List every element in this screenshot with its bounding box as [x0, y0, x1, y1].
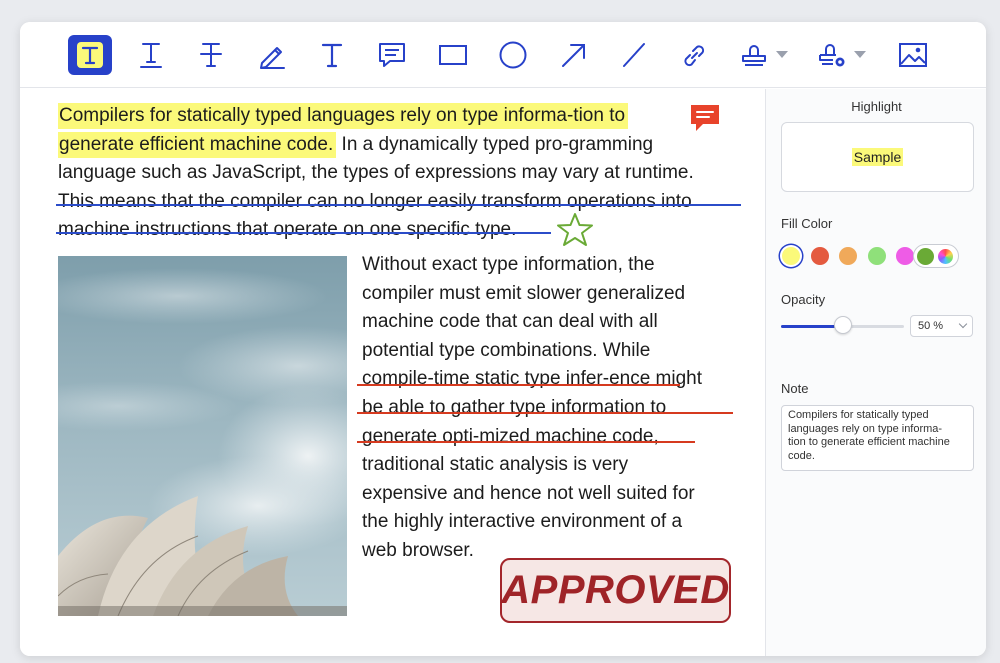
paragraph-line-2[interactable]: generate efficient machine code. In a dy…: [58, 132, 653, 158]
column-text-line: generate opti-mized machine code,: [362, 425, 659, 447]
highlighted-text[interactable]: Compilers for statically typed languages…: [58, 103, 629, 129]
highlight-text-icon: [77, 42, 103, 68]
strikethrough-text-tool[interactable]: [189, 35, 233, 75]
properties-panel: Highlight Sample Fill Color Opacity 50 %…: [765, 89, 986, 656]
strikethrough-text-line-2[interactable]: machine instructions that operate on one…: [58, 217, 516, 243]
strikethrough-text-icon: [200, 43, 222, 67]
paragraph-line-3: language such as JavaScript, the types o…: [58, 162, 694, 183]
strikethrough-mark[interactable]: [56, 204, 741, 206]
star-annotation-icon[interactable]: [555, 212, 595, 248]
opacity-select[interactable]: 50 %: [910, 315, 973, 337]
paragraph-line-1[interactable]: Compilers for statically typed languages…: [58, 103, 629, 129]
note-label: Note: [781, 381, 809, 396]
text-icon: [321, 43, 343, 68]
opacity-value: 50 %: [918, 320, 944, 332]
panel-title: Highlight: [851, 99, 902, 114]
stamp-label: APPROVED: [501, 568, 730, 612]
text-tool[interactable]: [310, 35, 354, 75]
fill-color-label: Fill Color: [781, 216, 833, 231]
column-text-line: machine code that can deal with all: [362, 311, 658, 333]
body-text: In a dynamically typed pro-gramming: [336, 134, 654, 155]
pencil-icon: [260, 47, 285, 69]
pdf-editor-window: Compilers for statically typed languages…: [20, 22, 986, 656]
column-text-line: traditional static analysis is very: [362, 454, 629, 476]
note-text-line: Compilers for statically typed: [788, 409, 929, 421]
underline-text-icon: [140, 43, 162, 68]
image-icon: [899, 43, 927, 67]
color-swatch[interactable]: [896, 247, 914, 265]
opacity-slider-fill: [781, 325, 835, 328]
line-icon: [623, 43, 645, 67]
underline-mark[interactable]: [357, 412, 733, 414]
custom-color-picker[interactable]: [913, 244, 959, 268]
note-textarea[interactable]: Compilers for statically typed languages …: [781, 405, 974, 471]
column-text-line: web browser.: [362, 540, 474, 561]
color-swatch[interactable]: [867, 247, 886, 265]
stamp-tool[interactable]: [732, 35, 788, 75]
column-text-line: expensive and hence not well suited for: [362, 482, 695, 504]
color-swatch[interactable]: [782, 247, 800, 265]
comment-tool[interactable]: [370, 35, 414, 75]
strikethrough-text-line-1[interactable]: This means that the compiler can no long…: [58, 189, 692, 215]
ellipse-tool[interactable]: [491, 35, 535, 75]
color-swatch[interactable]: [839, 247, 857, 265]
signature-icon: [819, 44, 845, 67]
sydney-opera-house-photo[interactable]: [58, 256, 347, 616]
chevron-down-icon: [958, 319, 968, 329]
annotation-toolbar: [20, 22, 986, 88]
document-page[interactable]: Compilers for statically typed languages…: [20, 89, 764, 656]
strikethrough-mark[interactable]: [56, 232, 551, 234]
underline-text-tool[interactable]: [129, 35, 173, 75]
link-icon: [684, 45, 705, 67]
highlight-preview: Sample: [781, 122, 974, 192]
color-wheel-icon: [938, 249, 953, 264]
color-swatch[interactable]: [810, 247, 829, 265]
note-text-line: tion to generate efficient machine: [788, 436, 950, 448]
column-text-line: the highly interactive environment of a: [362, 511, 683, 533]
signature-dropdown-caret[interactable]: [854, 51, 866, 58]
line-tool[interactable]: [612, 35, 656, 75]
opacity-label: Opacity: [781, 292, 826, 307]
opacity-slider-thumb[interactable]: [833, 316, 852, 334]
ellipse-icon: [499, 41, 527, 69]
preview-sample-text: Sample: [851, 148, 904, 166]
highlight-text-tool[interactable]: [68, 35, 112, 75]
arrow-icon: [562, 44, 585, 67]
highlighted-text[interactable]: generate efficient machine code.: [58, 132, 337, 158]
underline-mark[interactable]: [357, 441, 695, 443]
stamp-icon: [742, 45, 766, 66]
note-text-line: code.: [788, 449, 815, 462]
photo-image: [58, 256, 347, 616]
comment-note-icon[interactable]: [689, 103, 721, 133]
link-tool[interactable]: [672, 35, 716, 75]
signature-tool[interactable]: [810, 35, 866, 75]
column-text-line: be able to gather type information to: [362, 397, 667, 418]
approved-stamp[interactable]: APPROVED: [500, 558, 731, 623]
comment-icon: [379, 43, 405, 67]
pencil-tool[interactable]: [250, 35, 294, 75]
stamp-dropdown-caret[interactable]: [776, 51, 788, 58]
image-tool[interactable]: [891, 35, 935, 75]
column-text-line: compiler must emit slower generalized: [362, 282, 686, 304]
underline-mark[interactable]: [357, 384, 680, 386]
column-text-line: Without exact type information, the: [362, 254, 655, 275]
rectangle-tool[interactable]: [431, 35, 475, 75]
note-text-line: languages rely on type informa-: [788, 422, 943, 435]
rectangle-icon: [439, 45, 467, 65]
arrow-tool[interactable]: [552, 35, 596, 75]
current-custom-color: [917, 248, 934, 265]
column-text-line: compile-time static type infer-ence migh…: [362, 368, 703, 390]
column-text-line: potential type combinations. While: [362, 339, 651, 361]
